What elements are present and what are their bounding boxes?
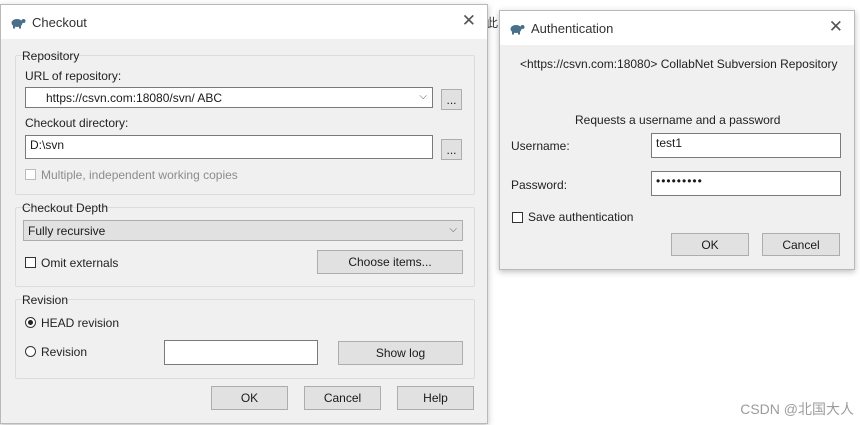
choose-items-button[interactable]: Choose items...	[317, 250, 463, 274]
tortoise-icon	[510, 25, 525, 35]
checkout-dialog: Checkout ✕ Repository URL of repository:…	[0, 4, 488, 424]
ok-button[interactable]: OK	[211, 386, 288, 410]
revision-group-label: Revision	[22, 293, 69, 307]
depth-dropdown[interactable]: Fully recursive ⌵	[23, 220, 463, 241]
realm-text: <https://csvn.com:18080> CollabNet Subve…	[520, 57, 838, 71]
depth-selected: Fully recursive	[28, 224, 106, 238]
url-combobox[interactable]: https://csvn.com:18080/svn/ ABC ⌵	[25, 87, 433, 108]
prompt-text: Requests a username and a password	[575, 113, 781, 127]
url-value: https://csvn.com:18080/svn/ ABC	[46, 91, 223, 105]
show-log-button[interactable]: Show log	[338, 341, 463, 365]
revision-radio[interactable]	[25, 346, 36, 357]
depth-group-label: Checkout Depth	[22, 201, 109, 215]
auth-ok-button[interactable]: OK	[671, 233, 749, 256]
multiple-copies-label: Multiple, independent working copies	[41, 168, 238, 182]
omit-externals-checkbox[interactable]	[25, 257, 36, 268]
chevron-down-icon[interactable]: ⌵	[449, 224, 457, 235]
repository-group-label: Repository	[22, 49, 80, 63]
help-button[interactable]: Help	[397, 386, 474, 410]
cancel-button[interactable]: Cancel	[304, 386, 381, 410]
tortoise-icon	[11, 19, 26, 29]
url-browse-button[interactable]: ...	[441, 89, 462, 110]
checkout-titlebar[interactable]: Checkout ✕	[1, 5, 487, 39]
url-label: URL of repository:	[25, 69, 122, 83]
chevron-down-icon[interactable]: ⌵	[419, 91, 427, 102]
username-input[interactable]: test1	[651, 133, 841, 158]
head-revision-label: HEAD revision	[41, 316, 120, 330]
dir-browse-button[interactable]: ...	[441, 139, 462, 160]
save-auth-checkbox[interactable]	[512, 212, 523, 223]
revision-input[interactable]	[164, 340, 318, 365]
revision-label: Revision	[41, 345, 88, 359]
checkout-title: Checkout	[32, 15, 87, 30]
watermark: CSDN @北国大人	[740, 401, 854, 417]
password-input[interactable]: •••••••••	[651, 171, 841, 196]
save-auth-label: Save authentication	[528, 210, 634, 224]
username-label: Username:	[511, 139, 570, 153]
multiple-copies-checkbox[interactable]	[25, 169, 36, 180]
omit-externals-label: Omit externals	[41, 256, 119, 270]
close-icon[interactable]: ✕	[462, 12, 476, 30]
head-revision-radio[interactable]	[25, 317, 36, 328]
auth-cancel-button[interactable]: Cancel	[762, 233, 840, 256]
auth-titlebar[interactable]: Authentication ✕	[500, 11, 854, 45]
close-icon[interactable]: ✕	[829, 18, 843, 36]
revision-group	[15, 299, 475, 379]
checkout-dir-label: Checkout directory:	[25, 116, 129, 130]
auth-title: Authentication	[531, 21, 614, 36]
authentication-dialog: Authentication ✕ <https://csvn.com:18080…	[499, 10, 855, 270]
password-label: Password:	[511, 178, 568, 192]
checkout-dir-input[interactable]: D:\svn	[25, 135, 433, 159]
depth-group	[15, 207, 475, 287]
